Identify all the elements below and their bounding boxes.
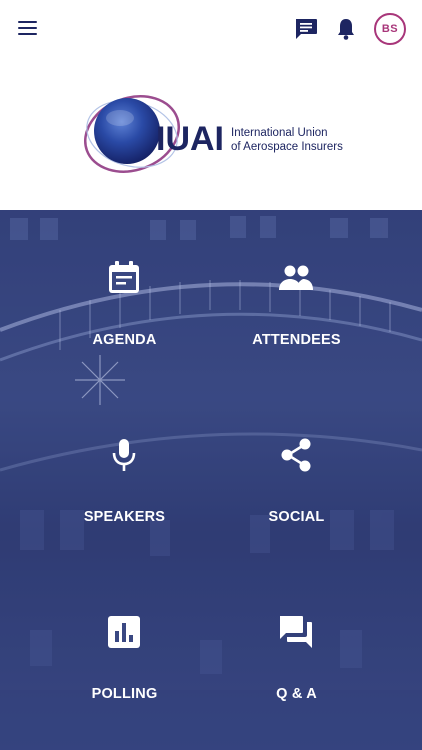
bell-icon[interactable] bbox=[335, 17, 357, 41]
top-app-bar: BS bbox=[0, 0, 422, 60]
tile-attendees[interactable]: ATTENDEES bbox=[191, 210, 402, 387]
logo-tagline: International Union of Aerospace Insurer… bbox=[231, 126, 343, 154]
people-icon bbox=[279, 265, 313, 290]
iuai-logo: IUAI bbox=[83, 95, 224, 173]
hamburger-menu-icon[interactable] bbox=[18, 18, 40, 38]
svg-text:IUAI: IUAI bbox=[156, 120, 224, 158]
logo-tagline-line1: International Union bbox=[231, 127, 328, 139]
microphone-icon bbox=[112, 439, 136, 471]
feature-grid: AGENDA ATTENDEES SPEAKERS SOCIAL POLLING… bbox=[0, 210, 422, 750]
forum-icon bbox=[280, 616, 312, 648]
tile-q-and-a[interactable]: Q & A bbox=[191, 564, 402, 741]
logo-area: IUAI International Union of Aerospace In… bbox=[0, 60, 422, 210]
tile-social[interactable]: SOCIAL bbox=[191, 387, 402, 564]
chat-icon[interactable] bbox=[294, 18, 318, 40]
tile-label: Q & A bbox=[276, 686, 317, 702]
avatar[interactable]: BS bbox=[374, 13, 406, 45]
tile-label: ATTENDEES bbox=[252, 332, 341, 348]
share-icon bbox=[281, 438, 311, 472]
tile-label: SOCIAL bbox=[268, 509, 325, 525]
calendar-icon bbox=[109, 261, 139, 293]
bar-chart-icon bbox=[108, 616, 140, 648]
logo-tagline-line2: of Aerospace Insurers bbox=[231, 141, 343, 153]
